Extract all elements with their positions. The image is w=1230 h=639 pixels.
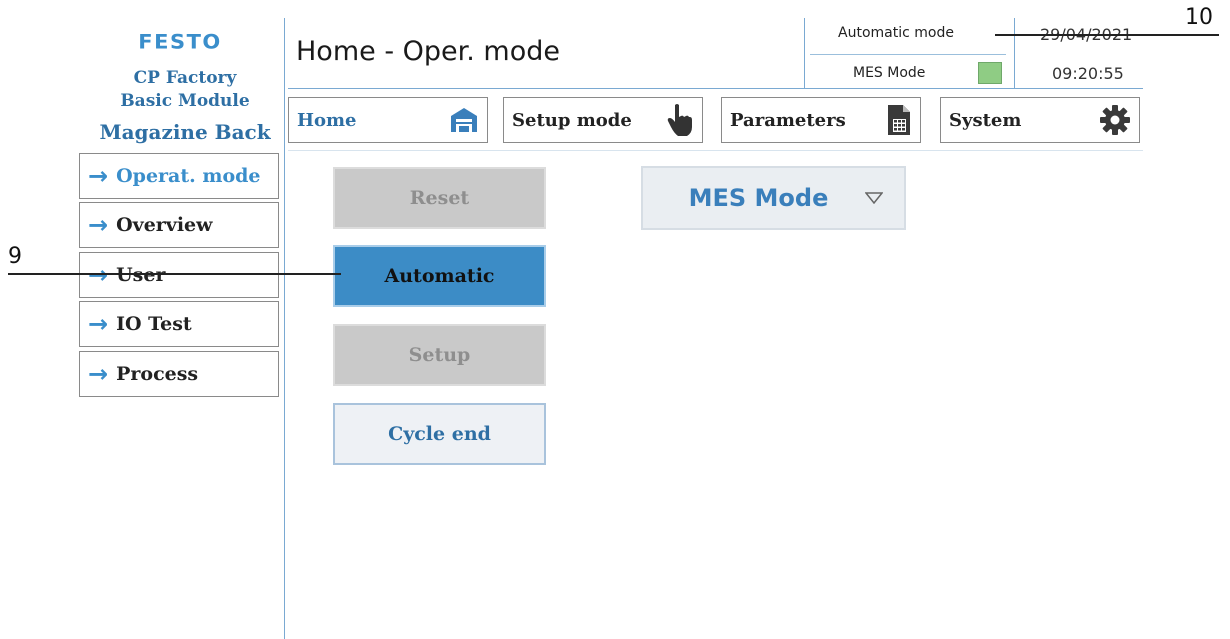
setup-button[interactable]: Setup (333, 324, 546, 386)
automatic-button[interactable]: Automatic (333, 245, 546, 307)
sidebar-item-label: User (116, 264, 166, 286)
nav-parameters-label: Parameters (730, 109, 846, 131)
hand-pointer-icon (666, 103, 694, 137)
arrow-right-icon: → (88, 211, 109, 239)
festo-logo: FESTO (138, 30, 222, 54)
home-icon (449, 106, 479, 134)
reset-button[interactable]: Reset (333, 167, 546, 229)
callout-10-line (995, 34, 1219, 36)
callout-9-number: 9 (8, 244, 22, 269)
nav-parameters-button[interactable]: Parameters (721, 97, 921, 143)
mode-select-dropdown[interactable]: MES Mode (641, 166, 906, 230)
gear-icon (1099, 104, 1131, 136)
operation-mode-status: Automatic mode (838, 25, 954, 41)
page-title: Home - Oper. mode (296, 36, 561, 67)
nav-setup-label: Setup mode (512, 109, 632, 131)
nav-home-button[interactable]: Home (288, 97, 488, 143)
nav-home-label: Home (297, 109, 357, 131)
brand-line-2: Basic Module (120, 91, 250, 111)
nav-system-button[interactable]: System (940, 97, 1140, 143)
header-underline (288, 88, 1143, 89)
cycle-end-button[interactable]: Cycle end (333, 403, 546, 465)
time-display: 09:20:55 (1052, 64, 1124, 83)
sidebar-item-user[interactable]: → User (79, 252, 279, 298)
nav-setup-mode-button[interactable]: Setup mode (503, 97, 703, 143)
left-divider (284, 18, 285, 639)
sidebar-item-io-test[interactable]: → IO Test (79, 301, 279, 347)
mode-select-value: MES Mode (688, 184, 829, 212)
sidebar-item-label: Operat. mode (116, 165, 261, 187)
arrow-right-icon: → (88, 360, 109, 388)
sidebar-item-process[interactable]: → Process (79, 351, 279, 397)
callout-9-line (8, 273, 341, 275)
mes-status-indicator (978, 62, 1002, 84)
callout-10-number: 10 (1185, 5, 1213, 30)
nav-system-label: System (949, 109, 1022, 131)
nav-underline (288, 150, 1143, 151)
sidebar-item-overview[interactable]: → Overview (79, 202, 279, 248)
chevron-down-icon (844, 192, 904, 204)
document-icon (886, 104, 912, 136)
header-divider-2 (1014, 18, 1015, 88)
brand-line-1: CP Factory (133, 68, 237, 88)
arrow-right-icon: → (88, 310, 109, 338)
sidebar-item-label: IO Test (116, 313, 192, 335)
module-name: Magazine Back (99, 120, 271, 144)
arrow-right-icon: → (88, 162, 109, 190)
sidebar-item-operat-mode[interactable]: → Operat. mode (79, 153, 279, 199)
sidebar-item-label: Overview (116, 214, 213, 236)
header-divider-1 (804, 18, 805, 88)
mes-mode-label: MES Mode (853, 65, 926, 81)
sidebar-item-label: Process (116, 363, 199, 385)
header-status-separator (810, 54, 1006, 55)
arrow-right-icon: → (88, 261, 109, 289)
